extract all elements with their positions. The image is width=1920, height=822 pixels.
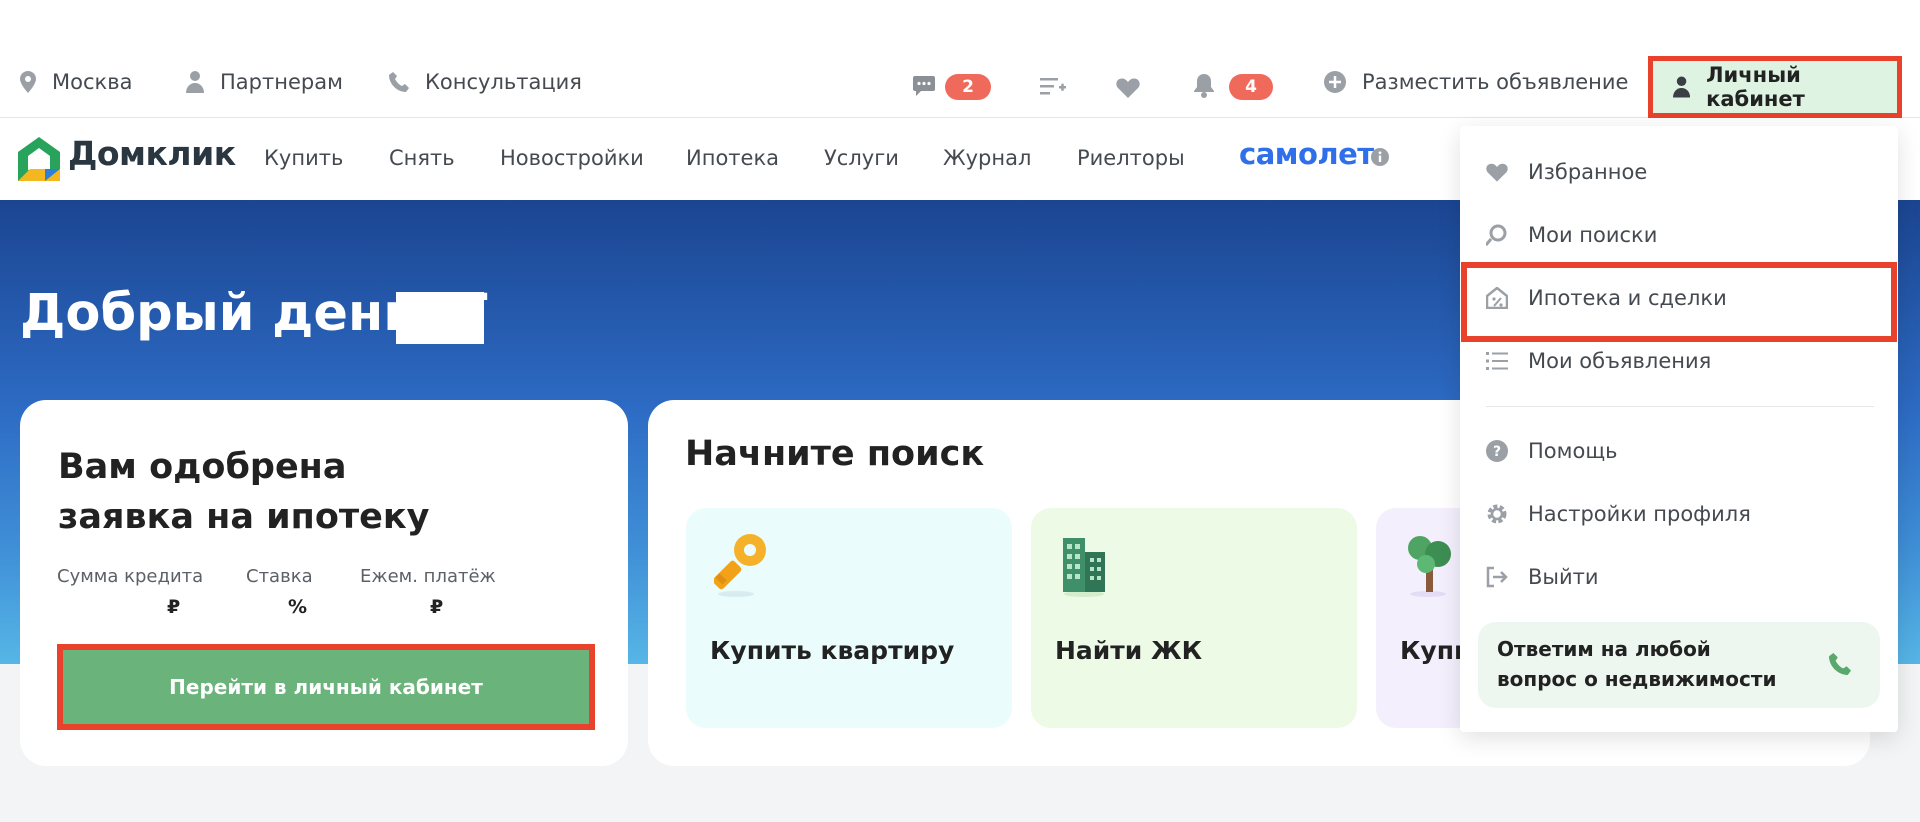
approval-title: Вам одобрена заявка на ипотеку (58, 447, 430, 537)
phone-icon[interactable] (1829, 653, 1851, 675)
plus-circle-icon (1324, 71, 1346, 93)
location-pin-icon (20, 71, 36, 93)
tile-find-complex[interactable] (1031, 508, 1357, 728)
bell-icon[interactable] (1194, 74, 1214, 98)
dropdown-mortgage-deals[interactable]: Ипотека и сделки (1486, 286, 1727, 310)
dropdown-my-searches-label: Мои поиски (1528, 223, 1658, 247)
monthly-payment-unit: ₽ (430, 596, 444, 618)
messages-badge: 2 (945, 74, 991, 100)
search-title: Начните поиск (685, 434, 985, 474)
rate-label: Ставка (246, 566, 313, 587)
logo-text[interactable]: Домклик (68, 134, 236, 173)
nav-new-buildings[interactable]: Новостройки (500, 146, 644, 170)
logout-icon (1486, 566, 1508, 588)
person-icon (186, 71, 204, 93)
heart-icon (1486, 163, 1508, 182)
loan-amount-label: Сумма кредита (57, 566, 204, 587)
svg-text:?: ? (1493, 444, 1501, 460)
dropdown-favorites-label: Избранное (1528, 160, 1648, 184)
phone-icon (389, 72, 409, 92)
nav-services[interactable]: Услуги (824, 146, 899, 170)
nav-buy[interactable]: Купить (264, 146, 343, 170)
city-label: Москва (52, 70, 133, 94)
dropdown-favorites[interactable]: Избранное (1486, 160, 1647, 184)
utility-bar (0, 0, 1920, 118)
go-to-cabinet-button[interactable]: Перейти в личный кабинет (57, 644, 595, 730)
saved-search-icon (1486, 224, 1507, 246)
dropdown-logout[interactable]: Выйти (1486, 565, 1599, 589)
nav-rent[interactable]: Снять (389, 146, 455, 170)
personal-cabinet-label: Личный кабинет (1706, 63, 1805, 111)
post-ad-label: Разместить объявление (1362, 70, 1629, 94)
monthly-payment-label: Ежем. платёж (360, 566, 496, 587)
nav-journal[interactable]: Журнал (943, 146, 1031, 170)
chat-icon[interactable] (913, 76, 935, 96)
tree-icon (1408, 536, 1451, 597)
loan-amount-unit: ₽ (167, 596, 181, 618)
dropdown-profile-settings-label: Настройки профиля (1528, 502, 1751, 526)
help-icon: ? (1486, 440, 1508, 462)
dropdown-mortgage-deals-label: Ипотека и сделки (1528, 286, 1727, 310)
dropdown-logout-label: Выйти (1528, 565, 1599, 589)
post-ad-button[interactable]: Разместить объявление (1324, 70, 1628, 94)
notifications-badge: 4 (1229, 74, 1273, 100)
dropdown-my-ads-label: Мои объявления (1528, 349, 1712, 373)
gear-icon (1487, 504, 1507, 524)
city-selector[interactable]: Москва (20, 70, 132, 94)
building-icon (1063, 538, 1105, 597)
personal-cabinet-button[interactable]: Личный кабинет (1648, 56, 1902, 118)
house-percent-icon (1486, 287, 1508, 309)
dropdown-help-label: Помощь (1528, 439, 1618, 463)
compare-list-icon[interactable] (1040, 76, 1066, 98)
consultation-link[interactable]: Консультация (389, 70, 582, 94)
redacted-name (396, 292, 484, 344)
info-icon[interactable] (1371, 148, 1389, 166)
nav-realtors[interactable]: Риелторы (1077, 146, 1185, 170)
rate-unit: % (288, 596, 308, 618)
tile-buy-apartment-label: Купить квартиру (710, 636, 955, 665)
support-text: Ответим на любой вопрос о недвижимости (1497, 637, 1777, 691)
tile-find-complex-label: Найти ЖК (1055, 636, 1203, 665)
partners-label: Партнерам (220, 70, 343, 94)
samolet-logo[interactable]: самолет (1239, 137, 1374, 171)
heart-icon[interactable] (1116, 77, 1140, 98)
list-icon (1486, 352, 1508, 370)
nav-mortgage[interactable]: Ипотека (686, 146, 779, 170)
dropdown-profile-settings[interactable]: Настройки профиля (1486, 502, 1751, 526)
user-icon (1673, 76, 1691, 98)
dropdown-help[interactable]: ? Помощь (1486, 439, 1618, 463)
partners-link[interactable]: Партнерам (186, 70, 343, 94)
dropdown-my-searches[interactable]: Мои поиски (1486, 223, 1657, 247)
dropdown-divider (1486, 406, 1874, 407)
key-icon (714, 534, 766, 597)
consultation-label: Консультация (425, 70, 582, 94)
domclick-logo-icon[interactable] (18, 137, 60, 181)
tile-buy-apartment[interactable] (686, 508, 1012, 728)
dropdown-my-ads[interactable]: Мои объявления (1486, 349, 1711, 373)
